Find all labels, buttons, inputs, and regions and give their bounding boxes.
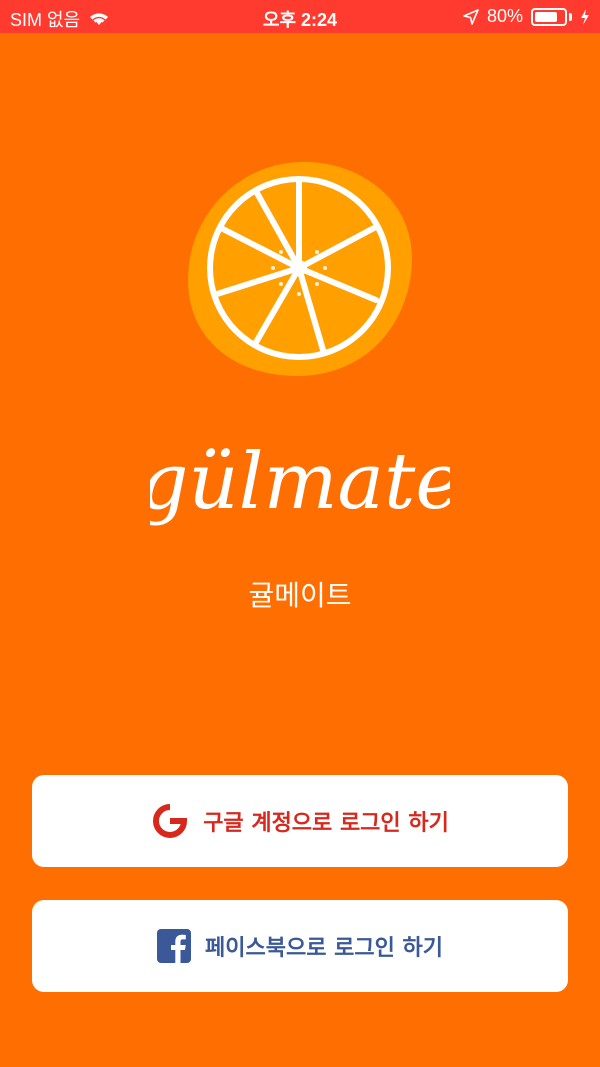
battery-cap (569, 12, 572, 21)
google-g-icon (151, 802, 189, 840)
wordmark-text: gülmate (150, 437, 450, 527)
location-arrow-icon (463, 8, 479, 25)
battery-percent: 80% (486, 6, 523, 26)
google-login-button[interactable]: 구글 계정으로 로그인 하기 (32, 775, 568, 867)
battery-icon (531, 7, 567, 26)
charging-bolt-icon (580, 8, 590, 25)
battery-fill (535, 11, 557, 22)
facebook-login-button[interactable]: 페이스북으로 로그인 하기 (32, 900, 568, 992)
status-bar: SIM 없음 오후 2:24 80% (0, 0, 600, 33)
google-login-label: 구글 계정으로 로그인 하기 (203, 811, 449, 836)
status-right: 80% (463, 6, 590, 27)
facebook-icon (157, 929, 192, 963)
app-subtitle: 귤메이트 (248, 579, 352, 612)
facebook-login-label: 페이스북으로 로그인 하기 (205, 936, 443, 961)
app-wordmark: gülmate (150, 437, 450, 527)
orange-slice-icon (185, 160, 415, 380)
